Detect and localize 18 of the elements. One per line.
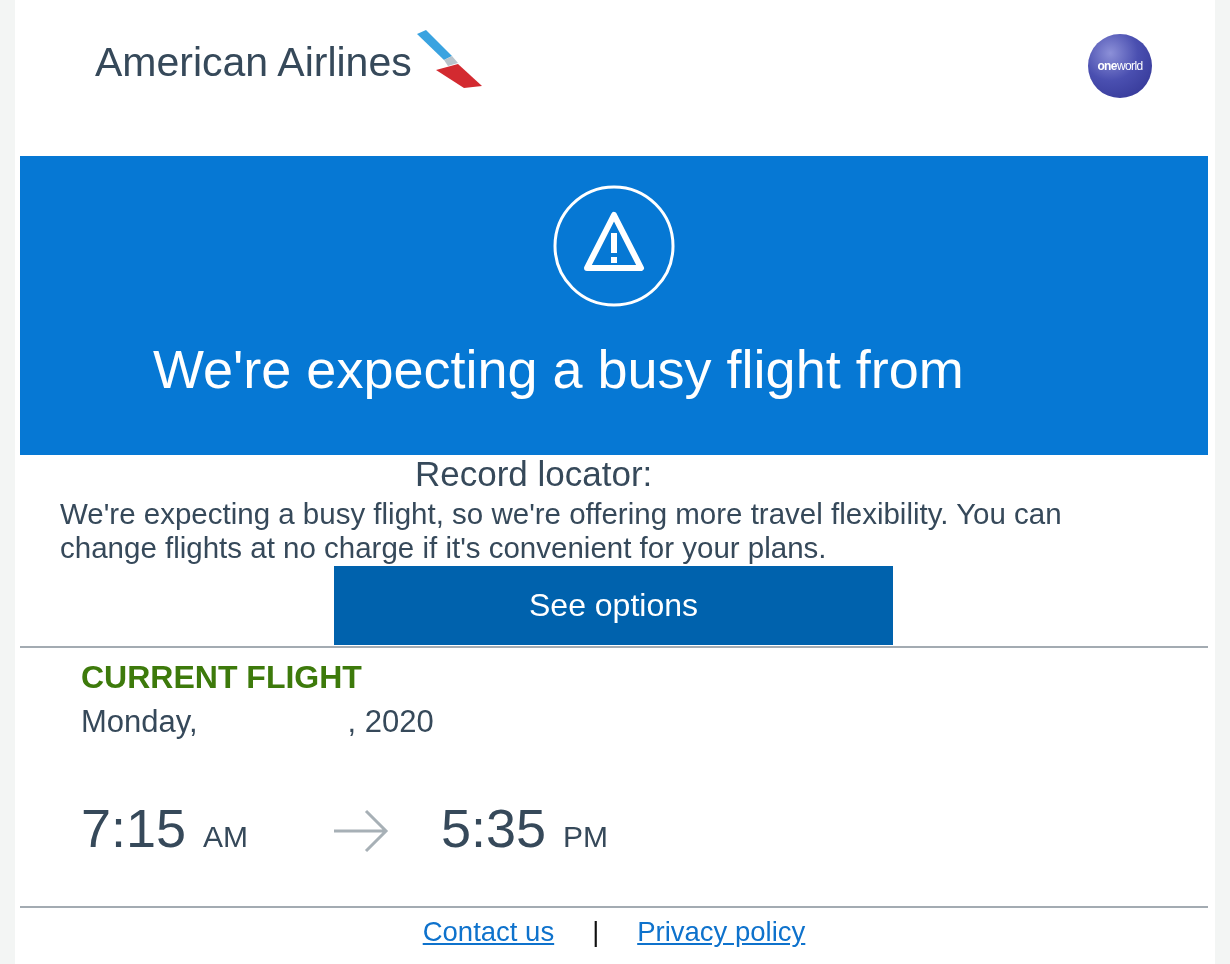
warning-icon <box>553 185 675 307</box>
departure-period: AM <box>203 820 249 854</box>
alert-heading: We're expecting a busy flight from <box>153 338 964 400</box>
footer-link[interactable]: Contact us <box>422 915 555 949</box>
arrow-right-icon <box>333 809 389 853</box>
flight-year: , 2020 <box>347 704 434 740</box>
departure-time: 7:15 <box>81 798 187 858</box>
see-options-button[interactable]: See options <box>334 566 893 645</box>
alliance-logo: oneworld <box>1088 34 1152 98</box>
arrival-period: PM <box>563 820 609 854</box>
message-text: We're expecting a busy flight, so we're offering more travel flexibility. You can change flights at no charge if it's convenient for your plans. <box>60 497 1063 565</box>
record-locator-label: Record locator: <box>415 455 653 493</box>
section-title: CURRENT FLIGHT <box>81 659 362 695</box>
footer-link[interactable]: Privacy policy <box>637 915 806 949</box>
arrival-time: 5:35 <box>441 798 547 858</box>
flight-date: Monday, <box>81 704 198 740</box>
link-separator: | <box>592 916 600 949</box>
airline-logo-text: American Airlines <box>95 40 412 84</box>
